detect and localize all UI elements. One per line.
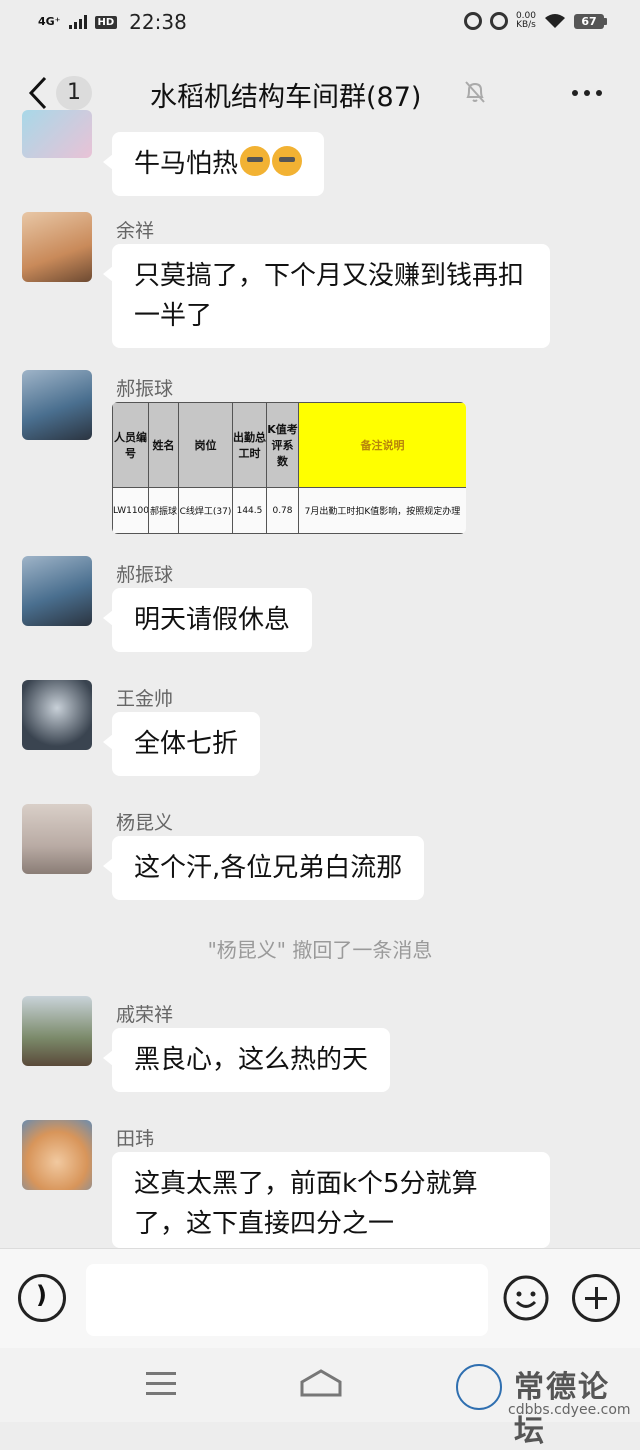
cat-emoji-icon: [240, 146, 271, 176]
message-bubble[interactable]: 牛马怕热: [102, 132, 325, 196]
message-bubble[interactable]: 这个汗,各位兄弟白流那: [102, 836, 425, 900]
table-cell: C线焊工(37): [178, 487, 233, 534]
avatar[interactable]: [22, 996, 92, 1066]
chat-title: 水稻机结构车间群(87): [150, 82, 422, 113]
message-text: 只莫搞了，下个月又没赚到钱再扣一半了: [134, 261, 525, 331]
table-header: 备注说明: [298, 402, 466, 488]
status-bar: 4G⁺ HD 22:38 0.00 KB/s 67: [0, 0, 640, 50]
avatar[interactable]: [22, 212, 92, 282]
avatar[interactable]: [22, 110, 92, 158]
watermark: 常德论坛 cdbbs.cdyee.com: [456, 1360, 640, 1449]
input-bar: [0, 1248, 640, 1349]
plus-icon[interactable]: [572, 1274, 620, 1322]
network-type: 4G⁺: [38, 15, 61, 28]
cat-emoji-icon: [272, 146, 303, 176]
signal-icon: [68, 15, 87, 29]
watermark-url: cdbbs.cdyee.com: [508, 1402, 631, 1418]
battery-indicator: 67: [574, 13, 607, 29]
voice-input-icon[interactable]: [18, 1274, 66, 1322]
message-input[interactable]: [86, 1264, 488, 1336]
avatar[interactable]: [22, 556, 92, 626]
table-header: 岗位: [178, 402, 233, 488]
avatar[interactable]: [22, 680, 92, 750]
table-cell: 7月出勤工时扣K值影响，按照规定办理: [298, 487, 466, 534]
watermark-logo-icon: [456, 1364, 502, 1410]
table-cell: 0.78: [266, 487, 299, 534]
message-text: 全体七折: [134, 729, 239, 759]
table-cell: LW110035: [112, 487, 149, 534]
wifi-icon: [545, 14, 565, 28]
table-cell: 郝振球: [148, 487, 179, 534]
table-header: 人员编号: [112, 402, 149, 488]
hd-badge: HD: [94, 15, 118, 29]
avatar[interactable]: [22, 1120, 92, 1190]
menu-icon[interactable]: [146, 1372, 176, 1395]
table-header: 姓名: [148, 402, 179, 488]
sender-name: 郝振球: [116, 378, 174, 400]
avatar[interactable]: [22, 804, 92, 874]
back-arrow-icon[interactable]: [28, 76, 48, 110]
sender-name: 余祥: [116, 220, 155, 242]
message-text: 明天请假休息: [134, 605, 291, 635]
table-header: K值考评系数: [266, 402, 299, 488]
message-text: 这个汗,各位兄弟白流那: [134, 853, 403, 883]
table-header: 出勤总工时: [232, 402, 267, 488]
emoji-icon[interactable]: [502, 1274, 550, 1322]
message-bubble[interactable]: 只莫搞了，下个月又没赚到钱再扣一半了: [103, 244, 550, 348]
message-bubble[interactable]: 黑良心，这么热的天: [102, 1028, 391, 1092]
alarm-icon: [489, 12, 508, 30]
sender-name: 戚荣祥: [116, 1004, 174, 1026]
sender-name: 王金帅: [116, 688, 174, 710]
message-bubble[interactable]: 明天请假休息: [102, 588, 313, 652]
chat-header: 1 水稻机结构车间群(87): [0, 50, 640, 136]
unread-count-badge[interactable]: 1: [56, 76, 92, 110]
recall-notice: "杨昆义" 撤回了一条消息: [207, 938, 433, 962]
more-options-icon[interactable]: [572, 90, 602, 96]
network-speed: 0.00 KB/s: [516, 12, 536, 30]
message-text: 黑良心，这么热的天: [134, 1045, 369, 1075]
home-icon[interactable]: [299, 1368, 343, 1398]
clock: 22:38: [129, 10, 187, 34]
message-text: 牛马怕热: [134, 149, 239, 179]
sender-name: 田玮: [116, 1128, 155, 1150]
message-bubble[interactable]: 全体七折: [102, 712, 261, 776]
table-cell: 144.5: [232, 487, 267, 534]
speed-unit: KB/s: [516, 20, 536, 30]
system-nav-bar: 常德论坛 cdbbs.cdyee.com: [0, 1348, 640, 1449]
mute-bell-icon: [465, 81, 485, 103]
data-saver-icon: [463, 12, 482, 30]
image-table: 人员编号 姓名 岗位 出勤总工时 K值考评系数 备注说明 LW110035 郝振…: [112, 402, 466, 534]
message-text: 这真太黑了，前面k个5分就算了，这下直接四分之一: [134, 1169, 478, 1239]
avatar[interactable]: [22, 370, 92, 440]
message-bubble[interactable]: 这真太黑了，前面k个5分就算了，这下直接四分之一: [112, 1152, 550, 1248]
sender-name: 杨昆义: [116, 812, 174, 834]
image-message[interactable]: 人员编号 姓名 岗位 出勤总工时 K值考评系数 备注说明 LW110035 郝振…: [112, 402, 466, 534]
sender-name: 郝振球: [116, 564, 174, 586]
